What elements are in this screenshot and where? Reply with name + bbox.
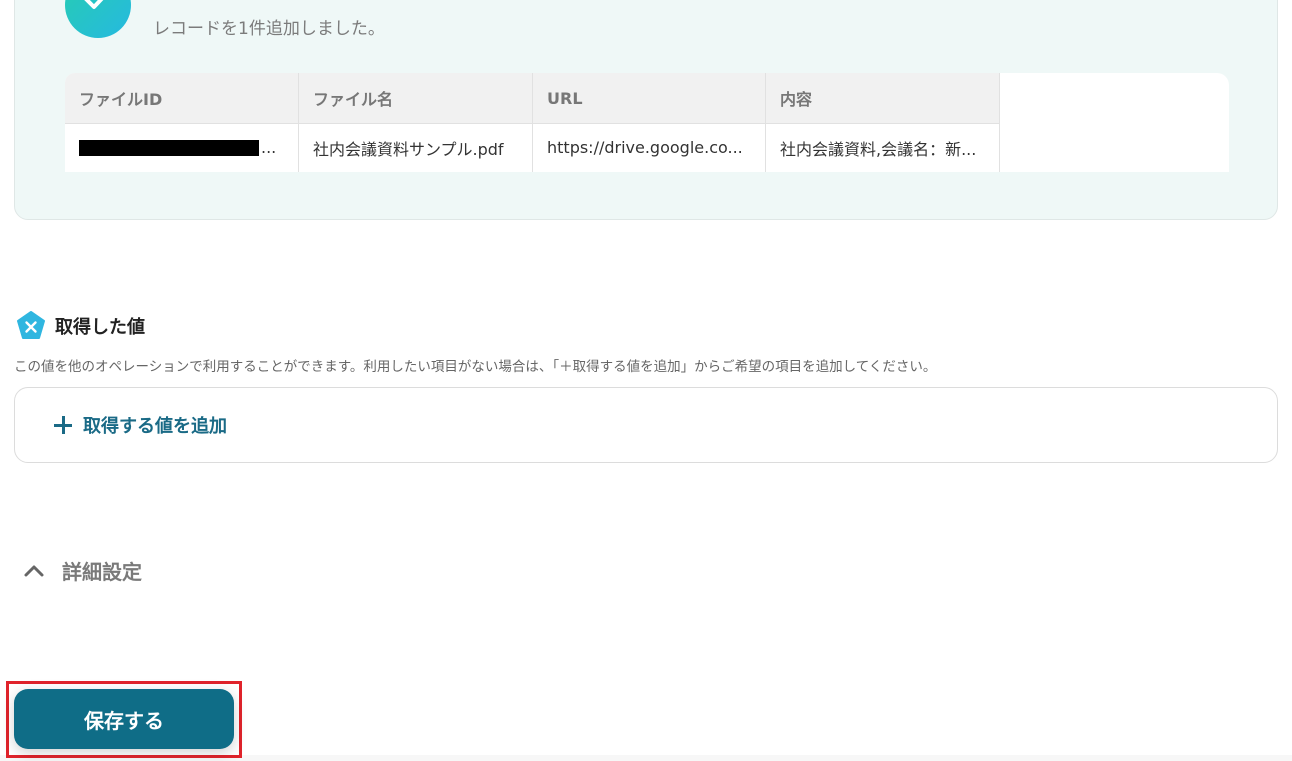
redacted-file-id: ... (79, 138, 276, 157)
success-check-icon (65, 0, 131, 38)
variable-icon (16, 311, 46, 341)
acquired-values-header: 取得した値 (16, 311, 145, 341)
cell-file-name: 社内会議資料サンプル.pdf (299, 123, 533, 172)
column-header-file-id: ファイルID (65, 73, 299, 123)
table-row: ... 社内会議資料サンプル.pdf https://drive.google.… (65, 123, 1000, 172)
acquired-values-title: 取得した値 (55, 317, 145, 338)
record-table: ファイルID ファイル名 URL 内容 ... 社内会議資料サンプル.pdf h… (65, 73, 1229, 172)
add-value-label: 取得する値を追加 (83, 416, 227, 437)
file-name-value: 社内会議資料サンプル.pdf (313, 139, 504, 159)
advanced-settings-toggle[interactable]: 詳細設定 (22, 556, 142, 585)
plus-icon (53, 415, 73, 435)
advanced-settings-label: 詳細設定 (62, 560, 142, 584)
chevron-up-icon (22, 559, 46, 583)
table-header-row: ファイルID ファイル名 URL 内容 (65, 73, 1000, 124)
cell-url: https://drive.google.co... (533, 123, 766, 172)
file-id-ellipsis: ... (261, 138, 277, 157)
url-value: https://drive.google.co... (547, 138, 743, 157)
redaction-bar (79, 139, 259, 156)
cell-content: 社内会議資料,会議名：新... (766, 123, 1000, 172)
add-value-box: 取得する値を追加 (14, 387, 1278, 463)
cell-file-id: ... (65, 123, 299, 172)
save-button[interactable]: 保存する (14, 689, 234, 749)
success-panel: レコードを1件追加しました。 ファイルID ファイル名 URL 内容 ... 社… (14, 0, 1278, 220)
column-header-content: 内容 (766, 73, 1000, 123)
column-header-file-name: ファイル名 (299, 73, 533, 123)
add-acquired-value-button[interactable]: 取得する値を追加 (53, 412, 227, 438)
acquired-values-description: この値を他のオペレーションで利用することができます。利用したい項目がない場合は、… (14, 359, 937, 375)
column-header-url: URL (533, 73, 766, 123)
content-value: 社内会議資料,会議名：新... (780, 139, 977, 159)
success-message: レコードを1件追加しました。 (153, 19, 385, 39)
